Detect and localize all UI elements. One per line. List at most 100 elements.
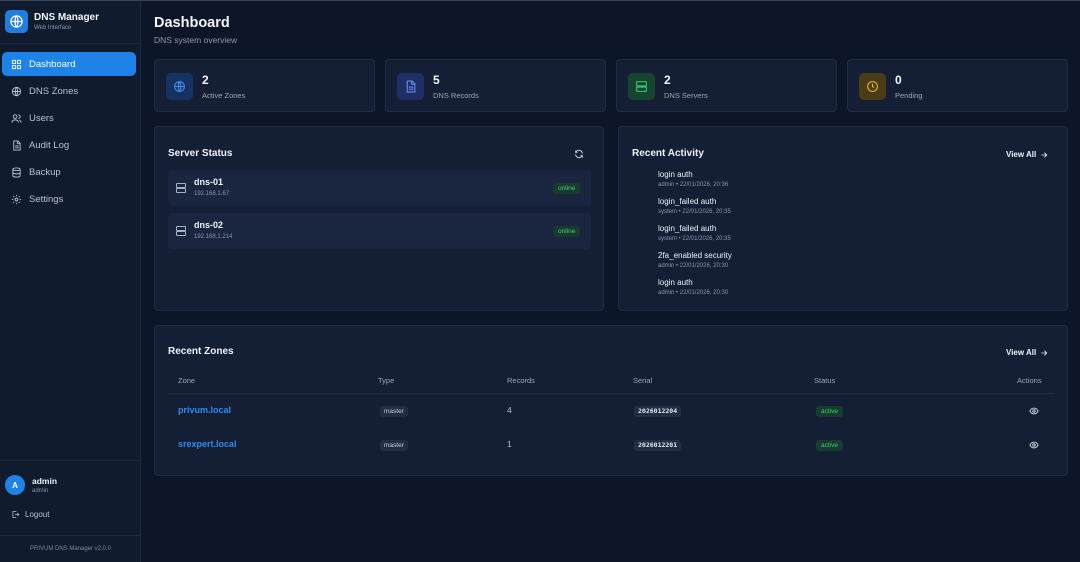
logout-button[interactable]: Logout (11, 510, 49, 519)
users-icon (11, 113, 22, 123)
brand: DNS Manager Web Interface (5, 10, 135, 36)
stat-label: Active Zones (202, 91, 246, 100)
server-ip: 192.168.1.214 (194, 234, 233, 240)
stat-value: 0 (895, 73, 902, 87)
server-name: dns-01 (194, 177, 224, 187)
type-badge: master (380, 440, 408, 451)
avatar[interactable]: A (5, 475, 25, 495)
zone-link[interactable]: privum.local (178, 405, 231, 415)
activity-meta: system • 22/01/2026, 20:35 (658, 209, 731, 215)
database-icon (12, 166, 21, 178)
divider (0, 535, 141, 536)
sidebar-item-label: Settings (29, 193, 64, 205)
server-name: dns-02 (194, 220, 224, 230)
column-header-zone: Zone (178, 376, 196, 385)
activity-title: 2fa_enabled security (658, 251, 732, 260)
stat-label: DNS Servers (664, 91, 708, 100)
server-ip: 192.168.1.67 (194, 191, 230, 197)
column-header-type: Type (378, 376, 395, 385)
sidebar-item-label: Dashboard (29, 58, 76, 70)
stat-card-dns-records: 5 DNS Records (385, 59, 606, 112)
server-status-card: Server Status dns-01 192.168.1.67 online… (154, 126, 604, 311)
refresh-icon[interactable] (574, 149, 584, 159)
server-icon (176, 226, 186, 236)
divider (0, 460, 141, 461)
stat-card-pending: 0 Pending (847, 59, 1068, 112)
stat-card-active-zones: 2 Active Zones (154, 59, 375, 112)
activity-title: login auth (658, 278, 693, 287)
column-header-serial: Serial (633, 376, 653, 385)
status-badge: online (553, 183, 581, 194)
activity-title: login_failed auth (658, 224, 717, 233)
activity-title: login auth (658, 170, 693, 179)
status-badge: online (553, 226, 581, 237)
arrow-right-icon (1041, 151, 1048, 158)
stat-value: 5 (433, 73, 440, 87)
recent-activity-card: Recent Activity View All login auth admi… (618, 126, 1068, 311)
sidebar-item-dashboard[interactable]: Dashboard (2, 52, 136, 76)
sidebar-item-settings[interactable]: Settings (2, 187, 136, 211)
app-name: DNS Manager (34, 12, 100, 23)
arrow-right-icon (1041, 349, 1048, 356)
sidebar-item-users[interactable]: Users (2, 106, 136, 130)
app-version: PRIVUM DNS Manager v2.0.0 (29, 546, 112, 552)
clock-icon (859, 73, 886, 100)
stat-value: 2 (664, 73, 671, 87)
globe-icon (166, 73, 193, 100)
type-badge: master (380, 406, 408, 417)
status-badge: active (816, 440, 843, 451)
column-header-actions: Actions (1017, 376, 1042, 385)
server-row[interactable]: dns-01 192.168.1.67 online (168, 170, 591, 206)
status-badge: active (816, 406, 843, 417)
server-icon (176, 183, 186, 193)
activity-meta: system • 22/01/2026, 20:35 (658, 236, 731, 242)
sidebar-item-audit-log[interactable]: Audit Log (2, 133, 136, 157)
document-icon (13, 139, 21, 151)
user-name: admin (32, 476, 58, 486)
activity-title: login_failed auth (658, 197, 717, 206)
globe-icon (5, 10, 28, 33)
records-count: 4 (507, 405, 512, 415)
records-count: 1 (507, 439, 512, 449)
view-icon[interactable] (1029, 406, 1039, 416)
page-subtitle: DNS system overview (154, 35, 238, 45)
sidebar-item-label: DNS Zones (29, 85, 79, 97)
logout-label: Logout (25, 510, 50, 519)
sidebar-item-label: Users (29, 112, 54, 124)
sidebar-item-label: Audit Log (29, 139, 70, 151)
zone-link[interactable]: srexpert.local (178, 439, 237, 449)
activity-meta: admin • 22/01/2026, 20:30 (658, 263, 729, 269)
activity-meta: admin • 22/01/2026, 20:30 (658, 290, 729, 296)
sidebar-item-backup[interactable]: Backup (2, 160, 136, 184)
card-title: Recent Activity (632, 148, 704, 159)
sidebar: DNS Manager Web Interface Dashboard DNS … (0, 1, 141, 562)
sidebar-item-dns-zones[interactable]: DNS Zones (2, 79, 136, 103)
stat-label: DNS Records (433, 91, 479, 100)
logout-icon (12, 511, 20, 518)
divider (0, 43, 141, 44)
stat-value: 2 (202, 73, 209, 87)
globe-icon (11, 86, 22, 96)
column-header-status: Status (814, 376, 836, 385)
page-title: Dashboard (154, 15, 230, 31)
card-title: Server Status (168, 148, 233, 159)
card-title: Recent Zones (168, 346, 234, 357)
view-all-activity-link[interactable]: View All (1006, 150, 1048, 159)
column-header-records: Records (507, 376, 535, 385)
activity-meta: admin • 22/01/2026, 20:36 (658, 182, 729, 188)
divider (168, 393, 1055, 394)
gear-icon (11, 194, 22, 204)
app-subtitle: Web Interface (34, 25, 72, 31)
server-row[interactable]: dns-02 192.168.1.214 online (168, 213, 591, 249)
dashboard-icon (11, 59, 22, 69)
view-icon[interactable] (1029, 440, 1039, 450)
sidebar-item-label: Backup (29, 166, 61, 178)
serial-value: 2026012204 (634, 406, 682, 417)
recent-zones-card: Recent Zones View All Zone Type Records … (154, 325, 1068, 476)
view-all-zones-link[interactable]: View All (1006, 348, 1048, 357)
serial-value: 2026012201 (634, 440, 682, 451)
view-all-label: View All (1006, 150, 1037, 159)
stat-card-dns-servers: 2 DNS Servers (616, 59, 837, 112)
server-icon (628, 73, 655, 100)
view-all-label: View All (1006, 348, 1037, 357)
